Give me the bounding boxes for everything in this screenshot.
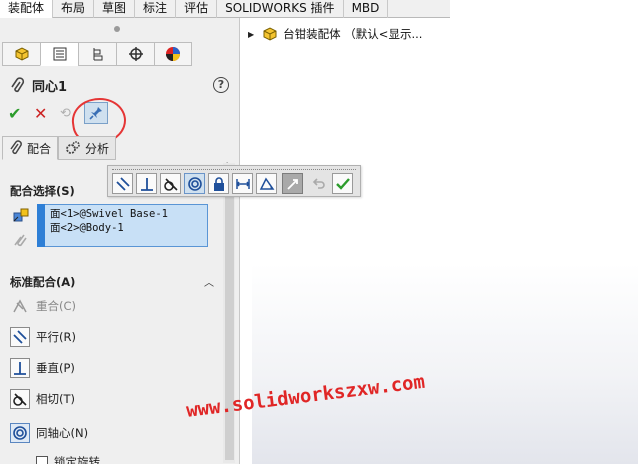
list-item[interactable]: 面<2>@Body-1: [38, 221, 207, 235]
selection-accent-bar: [37, 204, 45, 247]
feature-tree-root-label: 台钳装配体 （默认<显示...: [283, 27, 423, 41]
popup-concentric-button[interactable]: [184, 173, 205, 194]
tab-mates[interactable]: 配合: [2, 136, 59, 160]
tab-analysis[interactable]: 分析: [58, 136, 117, 160]
gears-icon: [66, 141, 80, 154]
mate-concentric[interactable]: 同轴心(N): [10, 423, 88, 443]
property-list-icon: [53, 47, 66, 61]
property-manager-subtabs: 配合 分析: [2, 136, 117, 160]
tangent-icon: [163, 177, 178, 191]
ok-icon[interactable]: ✔: [8, 104, 21, 123]
mate-coincident[interactable]: 重合(C): [10, 296, 76, 316]
popup-ok-button[interactable]: [332, 173, 353, 194]
tab-mbd[interactable]: MBD: [344, 0, 389, 18]
page-title: 同心1: [32, 80, 68, 95]
mate-perpendicular-label: 垂直(P): [36, 361, 75, 375]
popup-undo-button[interactable]: [308, 173, 329, 194]
check-icon: [335, 177, 350, 190]
mate-selection-list[interactable]: 面<1>@Swivel Base-1 面<2>@Body-1: [37, 204, 208, 247]
assembly-icon: [15, 47, 28, 61]
help-icon[interactable]: ?: [213, 77, 229, 93]
property-manager-title: 同心1: [10, 76, 67, 95]
configuration-manager-tab[interactable]: [78, 42, 116, 66]
feature-manager-tab[interactable]: [2, 42, 40, 66]
mate-selection-icon: [12, 207, 32, 228]
mate-tangent[interactable]: 相切(T): [10, 389, 75, 409]
expand-arrow-icon[interactable]: ▶: [248, 30, 254, 39]
mate-coincident-label: 重合(C): [36, 299, 77, 313]
angle-icon: [259, 177, 274, 190]
paperclip-icon: [10, 140, 22, 155]
popup-tangent-button[interactable]: [160, 173, 181, 194]
distance-icon: [235, 178, 250, 189]
concentric-icon: [187, 176, 202, 191]
perpendicular-icon: [140, 177, 153, 191]
toolbar-grip[interactable]: [112, 169, 356, 172]
mate-tangent-label: 相切(T): [36, 392, 75, 406]
popup-flip-alignment-button[interactable]: [282, 173, 303, 194]
parallel-icon: [115, 176, 130, 191]
undo-mate-icon[interactable]: ⟲: [60, 106, 71, 121]
manager-tabs: [2, 42, 202, 66]
panel-grip[interactable]: [114, 26, 120, 32]
tab-sketch[interactable]: 草图: [94, 0, 136, 18]
mate-paperclip-icon: [11, 76, 25, 92]
lock-rotation-label: 锁定旋转: [54, 455, 100, 464]
coincident-icon: [10, 296, 30, 316]
tab-assembly[interactable]: 装配体: [0, 0, 54, 19]
property-manager-tab[interactable]: [40, 42, 78, 66]
solidworks-window: 装配体 布局 草图 标注 评估 SOLIDWORKS 插件 MBD 同心1 ? …: [0, 0, 638, 464]
cancel-icon[interactable]: ✕: [34, 104, 47, 123]
concentric-icon: [10, 423, 30, 443]
tab-addins[interactable]: SOLIDWORKS 插件: [217, 0, 344, 18]
tab-layout[interactable]: 布局: [53, 0, 95, 18]
lock-icon: [213, 176, 224, 191]
standard-mates-heading: 标准配合(A): [10, 275, 76, 289]
mate-parallel-label: 平行(R): [36, 330, 76, 344]
tab-analysis-label: 分析: [85, 141, 110, 156]
popup-parallel-button[interactable]: [112, 173, 133, 194]
tab-mates-label: 配合: [27, 141, 52, 156]
multiple-mate-icon: [12, 232, 32, 253]
assembly-icon: [263, 27, 277, 41]
mate-selections-heading: 配合选择(S): [10, 184, 75, 198]
display-manager-tab[interactable]: [154, 42, 192, 66]
mate-concentric-label: 同轴心(N): [36, 426, 89, 440]
popup-perpendicular-button[interactable]: [136, 173, 157, 194]
perpendicular-icon: [10, 358, 30, 378]
popup-distance-button[interactable]: [232, 173, 253, 194]
mate-parallel[interactable]: 平行(R): [10, 327, 76, 347]
list-item[interactable]: 面<1>@Swivel Base-1: [38, 207, 207, 221]
tab-evaluate[interactable]: 评估: [176, 0, 218, 18]
flip-alignment-icon: [286, 178, 298, 190]
command-manager-tabs: 装配体 布局 草图 标注 评估 SOLIDWORKS 插件 MBD: [0, 0, 450, 19]
feature-tree-root[interactable]: ▶ 台钳装配体 （默认<显示...: [248, 26, 422, 42]
popup-angle-button[interactable]: [256, 173, 277, 194]
configuration-icon: [93, 48, 102, 61]
mate-perpendicular[interactable]: 垂直(P): [10, 358, 75, 378]
appearance-ball-icon: [166, 47, 180, 61]
tangent-icon: [10, 389, 30, 409]
dimxpert-manager-tab[interactable]: [116, 42, 154, 66]
parallel-icon: [10, 327, 30, 347]
undo-icon: [312, 177, 325, 189]
chevron-up-icon[interactable]: ︿: [204, 274, 214, 289]
lock-rotation-checkbox[interactable]: [36, 456, 48, 464]
tab-markup[interactable]: 标注: [135, 0, 177, 18]
mate-popup-toolbar: [107, 165, 361, 197]
crosshair-icon: [128, 47, 143, 61]
lock-rotation-option[interactable]: 锁定旋转: [36, 454, 100, 464]
popup-lock-button[interactable]: [208, 173, 229, 194]
